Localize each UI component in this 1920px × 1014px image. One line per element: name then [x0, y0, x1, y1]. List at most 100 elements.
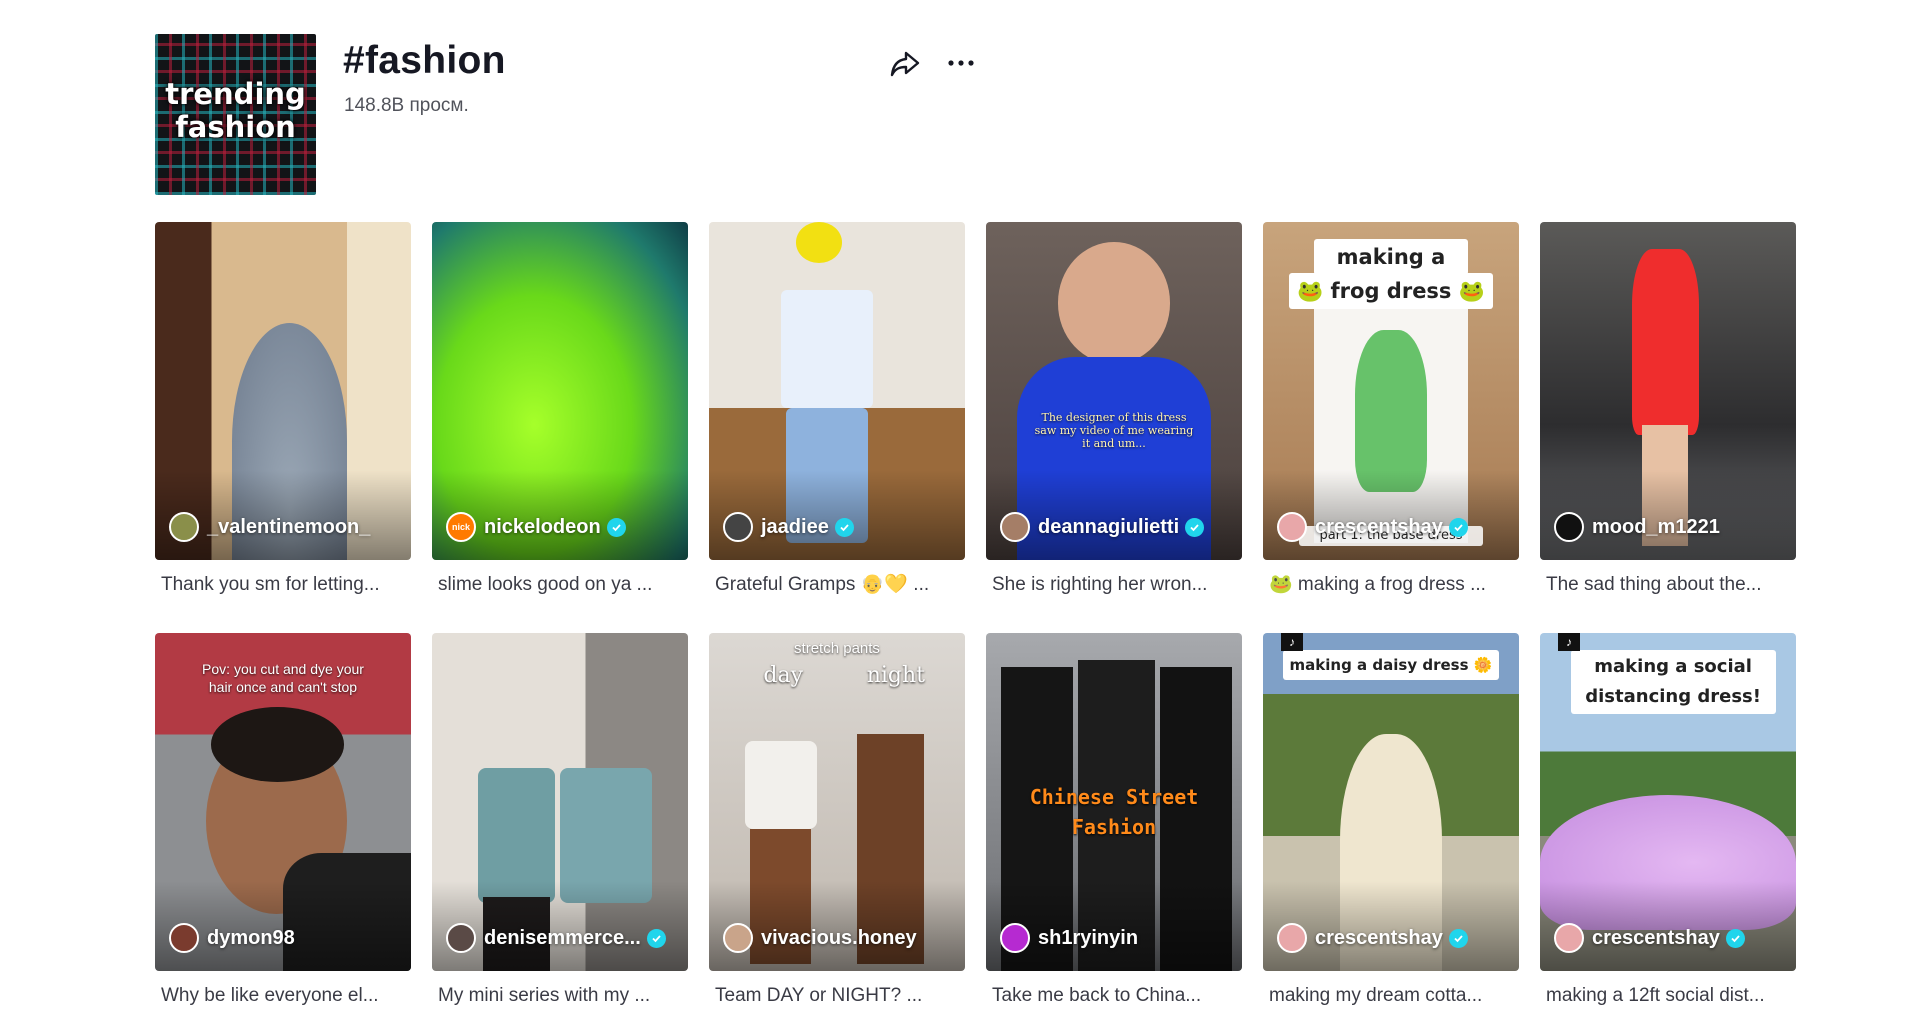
cover-text-line2: fashion	[175, 110, 296, 144]
video-caption[interactable]: Why be like everyone el...	[155, 981, 411, 1011]
author-name: denisemmerce...	[484, 926, 641, 949]
cover-text: trending fashion	[155, 78, 316, 144]
video-thumbnail[interactable]: mood_m1221	[1540, 222, 1796, 560]
video-thumbnail[interactable]: Chinese Street Fashion sh1ryinyin	[986, 633, 1242, 971]
video-author[interactable]: crescentshay	[1554, 923, 1745, 953]
video-overlay-label: making a daisy dress 🌼	[1283, 649, 1499, 680]
avatar	[723, 923, 753, 953]
avatar	[723, 512, 753, 542]
video-thumbnail[interactable]: making a 🐸 frog dress 🐸 part 1: the base…	[1263, 222, 1519, 560]
video-author[interactable]: denisemmerce...	[446, 923, 666, 953]
video-thumbnail[interactable]: ♪ making a social distancing dress! cres…	[1540, 633, 1796, 971]
video-thumbnail[interactable]: nick nickelodeon	[432, 222, 688, 560]
verified-check-icon	[1448, 517, 1468, 537]
share-arrow-icon	[890, 51, 920, 77]
author-name: sh1ryinyin	[1038, 926, 1139, 949]
video-thumbnail[interactable]: Pov: you cut and dye your hair once and …	[155, 633, 411, 971]
overlay-line1: making a	[1336, 244, 1446, 269]
avatar-text: nick	[451, 522, 470, 532]
video-card[interactable]: _valentinemoon_ Thank you sm for letting…	[155, 222, 411, 600]
video-card[interactable]: mood_m1221 The sad thing about the...	[1540, 222, 1796, 600]
video-caption[interactable]: Team DAY or NIGHT? ...	[709, 981, 965, 1011]
video-overlay-label: 🐸 frog dress 🐸	[1288, 272, 1494, 309]
video-author[interactable]: nick nickelodeon	[446, 512, 626, 542]
author-name: dymon98	[207, 926, 295, 949]
hashtag-cover-image: trending fashion	[155, 34, 316, 195]
video-overlay-label: making a social distancing dress!	[1570, 649, 1776, 714]
overlay-line1: Chinese Street	[1029, 784, 1199, 809]
video-overlay-title: Chinese Street Fashion	[986, 782, 1242, 842]
video-thumbnail[interactable]: _valentinemoon_	[155, 222, 411, 560]
video-caption[interactable]: making my dream cotta...	[1263, 981, 1519, 1011]
video-thumbnail[interactable]: stretch pants day night vivacious.honey	[709, 633, 965, 971]
video-caption[interactable]: Take me back to China...	[986, 981, 1242, 1011]
avatar: nick	[446, 512, 476, 542]
author-name: crescentshay	[1592, 926, 1720, 949]
video-author[interactable]: vivacious.honey	[723, 923, 917, 953]
share-button[interactable]	[888, 46, 922, 80]
video-author[interactable]: sh1ryinyin	[1000, 923, 1138, 953]
video-caption[interactable]: making a 12ft social dist...	[1540, 981, 1796, 1011]
avatar	[1554, 923, 1584, 953]
video-card[interactable]: denisemmerce... My mini series with my .…	[432, 633, 688, 1011]
verified-check-icon	[646, 928, 666, 948]
author-name: deannagiulietti	[1038, 515, 1180, 538]
video-author[interactable]: jaadiee	[723, 512, 854, 542]
video-thumbnail[interactable]: jaadiee	[709, 222, 965, 560]
video-caption[interactable]: Grateful Gramps 👴💛 ...	[709, 570, 965, 600]
cover-text-line1: trending	[165, 77, 306, 111]
overlay-line1: making a social	[1594, 655, 1752, 677]
video-card[interactable]: making a 🐸 frog dress 🐸 part 1: the base…	[1263, 222, 1519, 600]
hashtag-header: trending fashion #fashion 148.8B просм.	[155, 34, 985, 195]
video-thumbnail[interactable]: denisemmerce...	[432, 633, 688, 971]
video-overlay-text: Pov: you cut and dye your hair once and …	[202, 661, 364, 696]
avatar	[1000, 923, 1030, 953]
video-overlay-text: The designer of this dress saw my video …	[1034, 411, 1194, 451]
page-title: #fashion	[343, 39, 506, 82]
video-author[interactable]: dymon98	[169, 923, 295, 953]
verified-check-icon	[1185, 517, 1205, 537]
video-caption[interactable]: Thank you sm for letting...	[155, 570, 411, 600]
avatar	[169, 512, 199, 542]
tiktok-logo-icon: ♪	[1558, 633, 1580, 651]
author-name: crescentshay	[1315, 515, 1443, 538]
video-card[interactable]: nick nickelodeon slime looks good on ya …	[432, 222, 688, 600]
video-thumbnail[interactable]: The designer of this dress saw my video …	[986, 222, 1242, 560]
verified-check-icon	[834, 517, 854, 537]
video-card[interactable]: Pov: you cut and dye your hair once and …	[155, 633, 411, 1011]
video-card[interactable]: stretch pants day night vivacious.honey …	[709, 633, 965, 1011]
video-overlay-top: stretch pants	[794, 639, 880, 657]
video-author[interactable]: _valentinemoon_	[169, 512, 370, 542]
avatar	[1554, 512, 1584, 542]
avatar	[1277, 923, 1307, 953]
video-card[interactable]: ♪ making a daisy dress 🌼 crescentshay ma…	[1263, 633, 1519, 1011]
author-name: jaadiee	[761, 515, 829, 538]
verified-check-icon	[606, 517, 626, 537]
video-card[interactable]: jaadiee Grateful Gramps 👴💛 ...	[709, 222, 965, 600]
video-card[interactable]: ♪ making a social distancing dress! cres…	[1540, 633, 1796, 1011]
video-caption[interactable]: My mini series with my ...	[432, 981, 688, 1011]
avatar	[1000, 512, 1030, 542]
video-card[interactable]: The designer of this dress saw my video …	[986, 222, 1242, 600]
verified-check-icon	[1725, 928, 1745, 948]
video-thumbnail[interactable]: ♪ making a daisy dress 🌼 crescentshay	[1263, 633, 1519, 971]
avatar	[169, 923, 199, 953]
video-author[interactable]: deannagiulietti	[1000, 512, 1205, 542]
avatar	[1277, 512, 1307, 542]
avatar	[446, 923, 476, 953]
video-caption[interactable]: She is righting her wron...	[986, 570, 1242, 600]
video-author[interactable]: crescentshay	[1277, 923, 1468, 953]
video-caption[interactable]: The sad thing about the...	[1540, 570, 1796, 600]
overlay-line2: distancing dress!	[1585, 685, 1761, 707]
author-name: mood_m1221	[1592, 515, 1720, 538]
video-caption[interactable]: 🐸 making a frog dress ...	[1263, 570, 1519, 600]
verified-check-icon	[1448, 928, 1468, 948]
video-author[interactable]: crescentshay	[1277, 512, 1468, 542]
video-card[interactable]: Chinese Street Fashion sh1ryinyin Take m…	[986, 633, 1242, 1011]
video-overlay-label: making a	[1314, 238, 1468, 275]
video-author[interactable]: mood_m1221	[1554, 512, 1720, 542]
author-name: _valentinemoon_	[207, 515, 371, 538]
overlay-line2: Fashion	[1071, 814, 1157, 839]
video-caption[interactable]: slime looks good on ya ...	[432, 570, 688, 600]
more-options-button[interactable]	[944, 46, 978, 80]
